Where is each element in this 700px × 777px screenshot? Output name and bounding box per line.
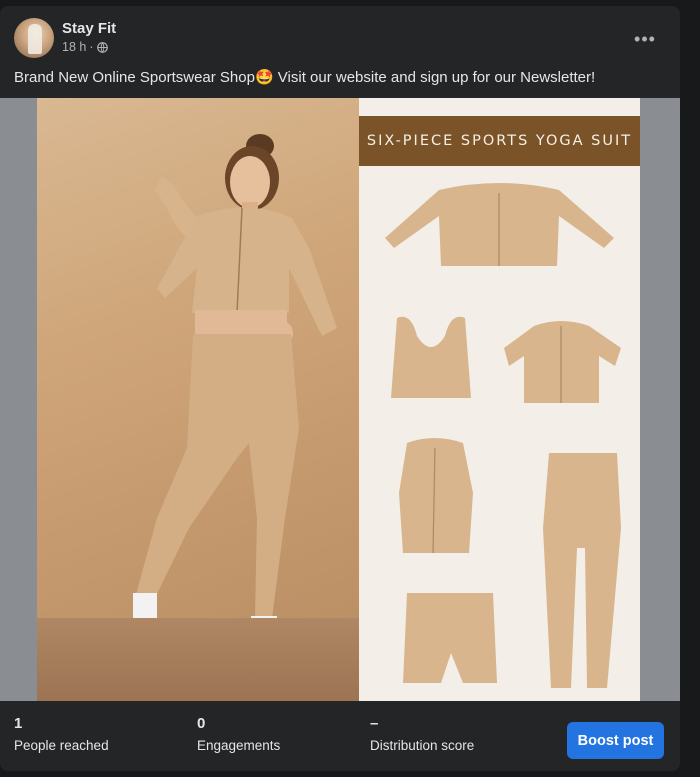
product-panel: SIX-PIECE SPORTS YOGA SUIT [359, 98, 640, 701]
page-avatar[interactable] [14, 18, 54, 58]
more-options-icon[interactable]: ••• [630, 24, 660, 54]
post-caption: Brand New Online Sportswear Shop🤩 Visit … [14, 69, 596, 86]
shorts [403, 593, 497, 683]
stat-engagements[interactable]: 0 Engagements [197, 715, 280, 753]
stat-distribution-score[interactable]: – Distribution score [370, 715, 474, 753]
post-header: Stay Fit 18 h · ••• [14, 18, 666, 62]
product-photo[interactable]: SIX-PIECE SPORTS YOGA SUIT [37, 98, 640, 701]
long-sleeve-top [385, 183, 614, 266]
globe-icon [96, 41, 108, 53]
boost-post-button[interactable]: Boost post [567, 722, 664, 759]
model-panel [37, 98, 359, 701]
page-name[interactable]: Stay Fit [62, 20, 116, 37]
product-items [385, 183, 621, 688]
sports-bra [391, 316, 471, 398]
stat-value: 1 [14, 715, 23, 732]
short-sleeve-top [504, 321, 621, 403]
leggings [543, 453, 621, 688]
stat-value: – [370, 715, 379, 732]
post-card: Stay Fit 18 h · ••• Brand New Online Spo… [0, 6, 680, 771]
zip-vest [399, 438, 473, 554]
meta-separator: · [89, 40, 94, 54]
post-meta: 18 h · [62, 40, 108, 54]
stat-label: Distribution score [370, 738, 475, 753]
model-figure [103, 134, 337, 688]
stat-people-reached[interactable]: 1 People reached [14, 715, 109, 753]
stat-value: 0 [197, 715, 206, 732]
stat-label: People reached [14, 738, 109, 753]
post-media[interactable]: SIX-PIECE SPORTS YOGA SUIT [0, 98, 680, 701]
stat-label: Engagements [197, 738, 281, 753]
post-time[interactable]: 18 h [62, 40, 86, 54]
